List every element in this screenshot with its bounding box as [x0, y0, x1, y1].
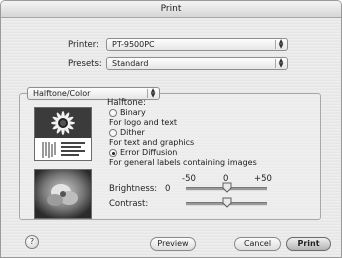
- radio-binary-label: Binary: [120, 108, 146, 117]
- halftone-label: Halftone:: [107, 98, 146, 108]
- radio-error-diffusion-label: Error Diffusion: [120, 148, 178, 157]
- print-button[interactable]: Print: [286, 237, 331, 251]
- radio-icon: [109, 149, 117, 157]
- radio-dither-label: Dither: [120, 128, 145, 137]
- window-title: Print: [160, 4, 182, 14]
- title-bar: Print: [1, 1, 341, 18]
- radio-icon: [109, 129, 117, 137]
- radio-binary-description: For logo and text: [109, 118, 178, 127]
- brightness-label: Brightness:: [109, 184, 158, 194]
- preview-button-label: Preview: [157, 239, 189, 248]
- help-icon[interactable]: ?: [25, 235, 39, 249]
- help-button-label: ?: [29, 237, 35, 246]
- printer-label: Printer:: [68, 40, 99, 50]
- color-preview-image: [34, 169, 92, 219]
- slider-knob-icon[interactable]: [222, 182, 232, 193]
- preview-button[interactable]: Preview: [150, 237, 196, 251]
- radio-dither-description: For text and graphics: [109, 138, 195, 147]
- presets-popup[interactable]: Standard ▲ ▼: [106, 57, 288, 70]
- panel-value: Halftone/Color: [33, 89, 91, 98]
- printer-value: PT-9500PC: [112, 40, 155, 49]
- radio-error-diffusion-description: For general labels containing images: [109, 158, 257, 167]
- updown-arrows-icon: ▲ ▼: [275, 39, 286, 49]
- presets-label: Presets:: [68, 59, 102, 69]
- print-dialog: Print Printer: PT-9500PC ▲ ▼ Presets: Sta…: [0, 0, 342, 258]
- brightness-value: 0: [165, 184, 171, 194]
- contrast-label: Contrast:: [109, 199, 149, 209]
- radio-icon: [109, 109, 117, 117]
- halftone-preview-image: [34, 107, 92, 161]
- scale-max-label: +50: [254, 174, 272, 184]
- presets-value: Standard: [112, 59, 149, 68]
- slider-knob-icon[interactable]: [222, 197, 232, 208]
- updown-arrows-icon: ▲ ▼: [147, 88, 158, 98]
- print-button-label: Print: [297, 239, 320, 248]
- scale-min-label: -50: [182, 174, 196, 184]
- cancel-button[interactable]: Cancel: [234, 237, 281, 251]
- cancel-button-label: Cancel: [243, 239, 272, 248]
- printer-popup[interactable]: PT-9500PC ▲ ▼: [106, 38, 288, 51]
- updown-arrows-icon: ▲ ▼: [275, 58, 286, 68]
